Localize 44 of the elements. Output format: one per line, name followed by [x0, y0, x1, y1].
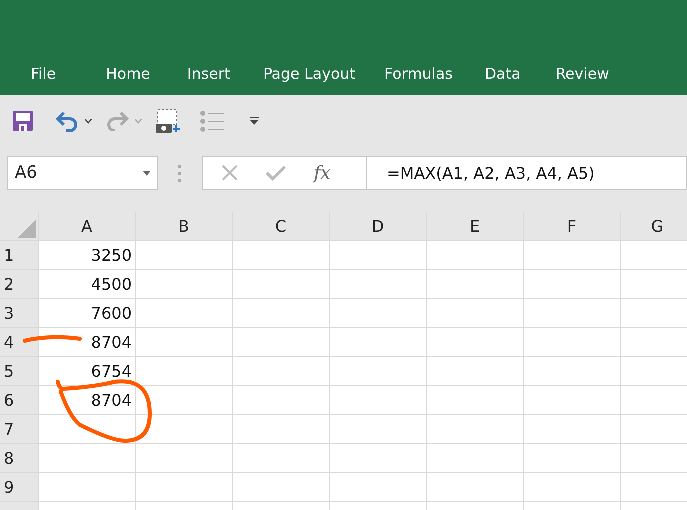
row-header[interactable]: 4: [0, 328, 38, 356]
check-icon[interactable]: [266, 165, 286, 181]
table-cell: 4500: [39, 270, 135, 298]
column-header[interactable]: A: [39, 212, 135, 240]
save-icon[interactable]: [13, 111, 33, 131]
column-header[interactable]: D: [330, 212, 426, 240]
column-header[interactable]: F: [524, 212, 620, 240]
table-cell: 8704: [39, 328, 135, 356]
column-header[interactable]: G: [621, 212, 687, 240]
ribbon-tab[interactable]: Page Layout: [263, 65, 356, 83]
table-cell: 7600: [39, 299, 135, 327]
ribbon-tab[interactable]: Review: [556, 65, 610, 83]
row-header[interactable]: 7: [0, 415, 38, 443]
row-header[interactable]: 5: [0, 357, 38, 385]
ribbon-tab[interactable]: File: [31, 65, 56, 83]
undo-icon[interactable]: [55, 110, 79, 132]
ribbon-tab[interactable]: Data: [484, 65, 521, 83]
table-cell: 3250: [39, 241, 135, 269]
column-header[interactable]: B: [136, 212, 232, 240]
customize-icon[interactable]: [250, 117, 259, 125]
ink-stroke: [23, 335, 82, 343]
column-header[interactable]: E: [427, 212, 523, 240]
list-icon[interactable]: [200, 110, 224, 132]
row-header[interactable]: 1: [0, 241, 38, 269]
cancel-icon[interactable]: [222, 165, 238, 181]
caret-icon[interactable]: [85, 118, 92, 124]
row-header[interactable]: 2: [0, 270, 38, 298]
table-cell: 8704: [39, 386, 135, 414]
ribbon-tab[interactable]: Home: [106, 65, 150, 83]
name-box[interactable]: A6: [7, 156, 158, 190]
insert-function-button[interactable]: fx: [314, 162, 331, 184]
ribbon-tab[interactable]: Insert: [187, 65, 230, 83]
formula-field[interactable]: =MAX(A1, A2, A3, A4, A5): [366, 156, 687, 190]
row-header[interactable]: 8: [0, 444, 38, 472]
screenshot-icon[interactable]: [156, 109, 180, 133]
select-all-icon[interactable]: [18, 220, 36, 238]
row-header[interactable]: 6: [0, 386, 38, 414]
column-header[interactable]: C: [233, 212, 329, 240]
drag-handle-icon[interactable]: [178, 164, 181, 182]
row-header[interactable]: 9: [0, 473, 38, 501]
row-header[interactable]: 3: [0, 299, 38, 327]
ribbon-tab[interactable]: Formulas: [384, 65, 453, 83]
table-cell: 6754: [39, 357, 135, 385]
redo-icon[interactable]: [107, 111, 129, 131]
